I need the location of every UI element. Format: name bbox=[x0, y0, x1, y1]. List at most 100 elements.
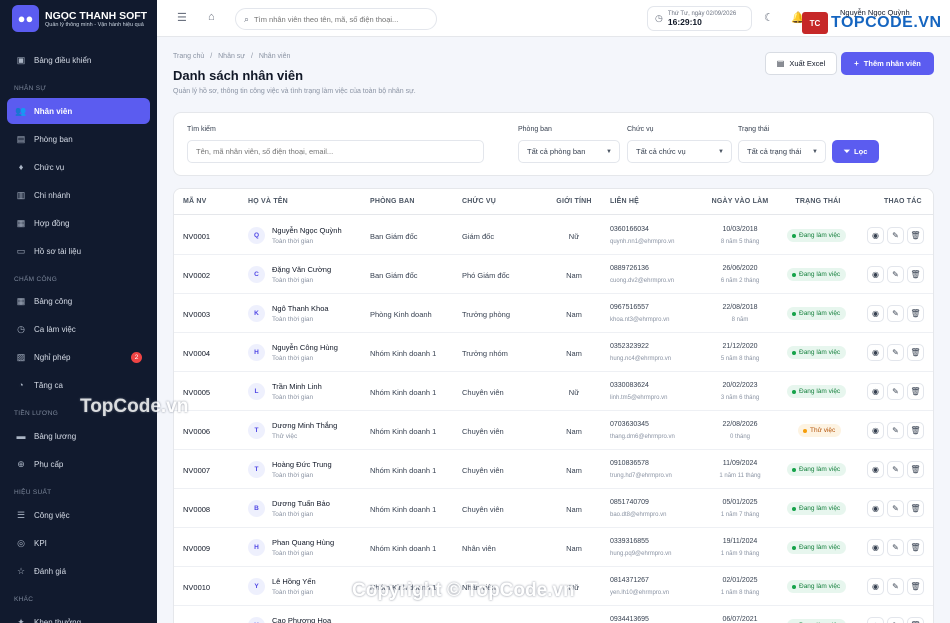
header-start-date[interactable]: NGÀY VÀO LÀM bbox=[701, 198, 779, 205]
view-button[interactable]: ◉ bbox=[867, 500, 884, 517]
delete-button[interactable]: 🗑 bbox=[907, 539, 924, 556]
employee-name[interactable]: Nguyễn Ngọc Quỳnh bbox=[272, 226, 342, 235]
employment-type: Toàn thời gian bbox=[272, 355, 314, 362]
view-button[interactable]: ◉ bbox=[867, 383, 884, 400]
export-excel-button[interactable]: ▤ Xuất Excel bbox=[765, 52, 837, 75]
employee-name[interactable]: Nguyễn Công Hùng bbox=[272, 343, 338, 352]
table-row[interactable]: NV0011HCao Phương HoaToàn thời gianNhóm … bbox=[174, 606, 933, 623]
view-button[interactable]: ◉ bbox=[867, 305, 884, 322]
delete-button[interactable]: 🗑 bbox=[907, 266, 924, 283]
view-button[interactable]: ◉ bbox=[867, 422, 884, 439]
edit-button[interactable]: ✎ bbox=[887, 539, 904, 556]
sidebar-item[interactable]: ◔ Tăng ca bbox=[7, 372, 150, 398]
table-row[interactable]: NV0003 K Ngô Thanh Khoa Toàn thời gian Phòng… bbox=[174, 294, 933, 333]
header-name[interactable]: HỌ VÀ TÊN bbox=[248, 198, 288, 205]
edit-button[interactable]: ✎ bbox=[887, 578, 904, 595]
header-position[interactable]: CHỨC VỤ bbox=[462, 198, 496, 205]
view-button[interactable]: ◉ bbox=[867, 266, 884, 283]
menu-toggle-icon[interactable]: ☰ bbox=[177, 11, 187, 24]
status-dot-icon bbox=[792, 545, 796, 550]
sidebar-item[interactable]: ◎ KPI bbox=[7, 530, 150, 556]
employee-search-input[interactable] bbox=[187, 140, 484, 163]
sidebar-item[interactable]: ✦ Khen thưởng bbox=[7, 609, 150, 623]
table-row[interactable]: NV0002 C Đặng Văn Cường Toàn thời gian Ban G… bbox=[174, 255, 933, 294]
edit-button[interactable]: ✎ bbox=[887, 617, 904, 623]
breadcrumb-home[interactable]: Trang chủ bbox=[173, 53, 204, 60]
edit-button[interactable]: ✎ bbox=[887, 305, 904, 322]
employee-name[interactable]: Dương Tuấn Bảo bbox=[272, 499, 330, 508]
sidebar-item[interactable]: ◷ Ca làm việc bbox=[7, 316, 150, 342]
table-row[interactable]: NV0004 H Nguyễn Công Hùng Toàn thời gian Nhó… bbox=[174, 333, 933, 372]
brand[interactable]: ●● NGỌC THANH SOFT Quản lý thông minh - … bbox=[0, 0, 157, 37]
delete-button[interactable]: 🗑 bbox=[907, 461, 924, 478]
header-department[interactable]: PHÒNG BAN bbox=[370, 198, 415, 205]
employee-name[interactable]: Trần Minh Linh bbox=[272, 382, 322, 391]
position-select[interactable]: Tất cả chức vụ ▼ bbox=[627, 140, 732, 163]
header-id[interactable]: MÃ NV bbox=[183, 198, 207, 205]
sidebar-item[interactable]: 👥 Nhân viên bbox=[7, 98, 150, 124]
sidebar-item-label: Phòng ban bbox=[34, 134, 73, 144]
sidebar-item[interactable]: ☰ Công việc bbox=[7, 502, 150, 528]
edit-button[interactable]: ✎ bbox=[887, 266, 904, 283]
view-button[interactable]: ◉ bbox=[867, 344, 884, 361]
add-employee-button[interactable]: + Thêm nhân viên bbox=[841, 52, 934, 75]
employee-name[interactable]: Dương Minh Thắng bbox=[272, 421, 337, 430]
header-status[interactable]: TRẠNG THÁI bbox=[787, 198, 849, 205]
header-gender[interactable]: GIỚI TÍNH bbox=[554, 198, 594, 205]
filter-button[interactable]: ⏷ Lọc bbox=[832, 140, 879, 163]
employment-type: Toàn thời gian bbox=[272, 394, 314, 401]
employee-email: trung.hd7@ehrmpro.vn bbox=[610, 473, 672, 479]
view-button[interactable]: ◉ bbox=[867, 461, 884, 478]
delete-button[interactable]: 🗑 bbox=[907, 578, 924, 595]
delete-button[interactable]: 🗑 bbox=[907, 422, 924, 439]
status-select[interactable]: Tất cả trạng thái ▼ bbox=[738, 140, 826, 163]
delete-button[interactable]: 🗑 bbox=[907, 617, 924, 623]
sidebar-item[interactable]: ▨ Nghỉ phép 2 bbox=[7, 344, 150, 370]
delete-button[interactable]: 🗑 bbox=[907, 500, 924, 517]
table-row[interactable]: NV0001 Q Nguyễn Ngọc Quỳnh Toàn thời gian Ba… bbox=[174, 216, 933, 255]
employee-name[interactable]: Lê Hồng Yến bbox=[272, 577, 316, 586]
view-button[interactable]: ◉ bbox=[867, 578, 884, 595]
table-row[interactable]: NV0005 L Trần Minh Linh Toàn thời gian Nhóm … bbox=[174, 372, 933, 411]
edit-button[interactable]: ✎ bbox=[887, 500, 904, 517]
employee-name[interactable]: Đặng Văn Cường bbox=[272, 265, 331, 274]
breadcrumb-nhan-su[interactable]: Nhân sự bbox=[218, 53, 245, 60]
table-row[interactable]: NV0006 T Dương Minh Thắng Thử việc Nhóm Kinh… bbox=[174, 411, 933, 450]
employee-name[interactable]: Hoàng Đức Trung bbox=[272, 460, 332, 469]
sidebar-item[interactable]: ☆ Đánh giá bbox=[7, 558, 150, 584]
employee-name[interactable]: Phan Quang Hùng bbox=[272, 538, 334, 547]
sidebar-item[interactable]: ▬ Bảng lương bbox=[7, 423, 150, 449]
sidebar-item[interactable]: ▤ Phòng ban bbox=[7, 126, 150, 152]
sidebar-item[interactable]: ▣ Bảng điều khiển bbox=[7, 47, 150, 73]
delete-button[interactable]: 🗑 bbox=[907, 305, 924, 322]
home-icon[interactable]: ⌂ bbox=[208, 11, 215, 23]
delete-button[interactable]: 🗑 bbox=[907, 344, 924, 361]
employee-name[interactable]: Cao Phương Hoa bbox=[272, 616, 331, 623]
sidebar-item[interactable]: ▦ Bảng công bbox=[7, 288, 150, 314]
delete-button[interactable]: 🗑 bbox=[907, 227, 924, 244]
view-button[interactable]: ◉ bbox=[867, 617, 884, 623]
sidebar-item[interactable]: ▦ Hợp đồng bbox=[7, 210, 150, 236]
table-row[interactable]: NV0010 Y Lê Hồng Yến Toàn thời gian Nhóm Kin… bbox=[174, 567, 933, 606]
user-name[interactable]: Nguyễn Ngọc Quỳnh bbox=[840, 8, 910, 17]
moon-icon[interactable]: ☾ bbox=[764, 11, 774, 24]
delete-button[interactable]: 🗑 bbox=[907, 383, 924, 400]
view-button[interactable]: ◉ bbox=[867, 227, 884, 244]
edit-button[interactable]: ✎ bbox=[887, 344, 904, 361]
edit-button[interactable]: ✎ bbox=[887, 383, 904, 400]
global-search[interactable]: ⌕ bbox=[235, 8, 437, 30]
sidebar-item[interactable]: ▭ Hồ sơ tài liệu bbox=[7, 238, 150, 264]
edit-button[interactable]: ✎ bbox=[887, 227, 904, 244]
global-search-input[interactable] bbox=[254, 14, 425, 24]
edit-button[interactable]: ✎ bbox=[887, 461, 904, 478]
table-row[interactable]: NV0007 T Hoàng Đức Trung Toàn thời gian Nhóm… bbox=[174, 450, 933, 489]
view-button[interactable]: ◉ bbox=[867, 539, 884, 556]
sidebar-item[interactable]: ▥ Chi nhánh bbox=[7, 182, 150, 208]
employee-name[interactable]: Ngô Thanh Khoa bbox=[272, 304, 329, 313]
table-row[interactable]: NV0008 B Dương Tuấn Bảo Toàn thời gian Nhóm … bbox=[174, 489, 933, 528]
sidebar-item[interactable]: ♦ Chức vụ bbox=[7, 154, 150, 180]
department-select[interactable]: Tất cả phòng ban ▼ bbox=[518, 140, 620, 163]
edit-button[interactable]: ✎ bbox=[887, 422, 904, 439]
sidebar-item[interactable]: ⊕ Phụ cấp bbox=[7, 451, 150, 477]
table-row[interactable]: NV0009 H Phan Quang Hùng Toàn thời gian Nhóm… bbox=[174, 528, 933, 567]
